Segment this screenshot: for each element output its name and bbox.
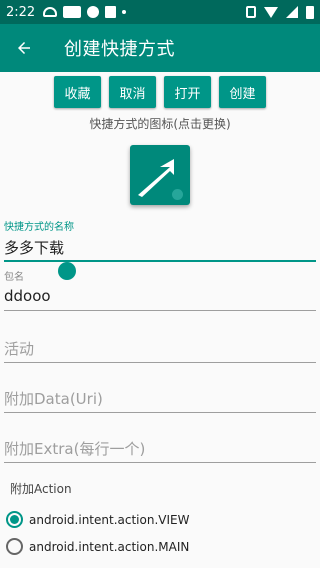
app-bar: 创建快捷方式	[0, 24, 320, 72]
data-field[interactable]: 附加Data(Uri)	[4, 388, 316, 413]
name-field-underline	[4, 260, 316, 262]
activity-field-placeholder: 活动	[4, 340, 35, 358]
name-field[interactable]: 快捷方式的名称 多多下载	[4, 218, 316, 262]
notification-badge-icon	[63, 6, 82, 18]
package-field[interactable]: 包名 ddooo	[4, 268, 316, 311]
notification-circle-icon	[87, 6, 100, 18]
create-button[interactable]: 创建	[219, 76, 266, 108]
action-button-row: 收藏 取消 打开 创建	[0, 76, 320, 108]
radio-action-main[interactable]: android.intent.action.MAIN	[6, 538, 189, 555]
status-system-icons	[246, 5, 314, 19]
activity-field-underline	[4, 362, 316, 363]
extra-field-underline	[4, 462, 316, 463]
arrow-back-icon	[18, 42, 30, 54]
status-notification-icons	[43, 6, 127, 18]
shortcut-icon-button[interactable]	[130, 145, 190, 205]
radio-action-main-label: android.intent.action.MAIN	[29, 539, 190, 554]
radio-unchecked-icon	[6, 538, 23, 555]
radio-action-view-label: android.intent.action.VIEW	[29, 512, 190, 527]
data-field-placeholder: 附加Data(Uri)	[4, 390, 103, 408]
package-field-value: ddooo	[4, 287, 51, 305]
data-field-underline	[4, 412, 316, 413]
action-section-label: 附加Action	[10, 482, 72, 496]
cancel-button[interactable]: 取消	[109, 76, 156, 108]
name-field-label: 快捷方式的名称	[4, 222, 74, 233]
extra-field-placeholder: 附加Extra(每行一个)	[4, 440, 146, 458]
shortcut-dot-icon	[172, 189, 183, 200]
collect-button[interactable]: 收藏	[54, 76, 101, 108]
page-title: 创建快捷方式	[64, 39, 175, 60]
vibrate-icon	[246, 6, 256, 18]
package-field-underline	[4, 310, 316, 311]
screen: 2:22 创建快捷方式 收藏 取消 打开 创建 快捷方式的图标(点击更换) 快捷…	[0, 0, 320, 568]
radio-checked-icon	[6, 511, 23, 528]
extra-field[interactable]: 附加Extra(每行一个)	[4, 438, 316, 463]
name-field-value: 多多下载	[4, 239, 65, 257]
status-bar: 2:22	[0, 0, 320, 24]
open-button[interactable]: 打开	[164, 76, 211, 108]
radio-action-view[interactable]: android.intent.action.VIEW	[6, 511, 189, 528]
status-time: 2:22	[6, 4, 36, 20]
activity-field[interactable]: 活动	[4, 338, 316, 363]
back-button[interactable]	[0, 24, 48, 72]
package-field-label: 包名	[4, 272, 24, 283]
wifi-icon	[264, 6, 278, 18]
icon-hint: 快捷方式的图标(点击更换)	[89, 117, 231, 131]
android-debug-icon	[43, 7, 58, 17]
signal-icon	[286, 6, 298, 18]
notification-square-icon	[105, 6, 117, 18]
battery-icon	[306, 5, 314, 19]
more-notifications-dot-icon	[122, 10, 127, 14]
content: 收藏 取消 打开 创建 快捷方式的图标(点击更换) 快捷方式的名称 多多下载 包…	[0, 72, 320, 568]
